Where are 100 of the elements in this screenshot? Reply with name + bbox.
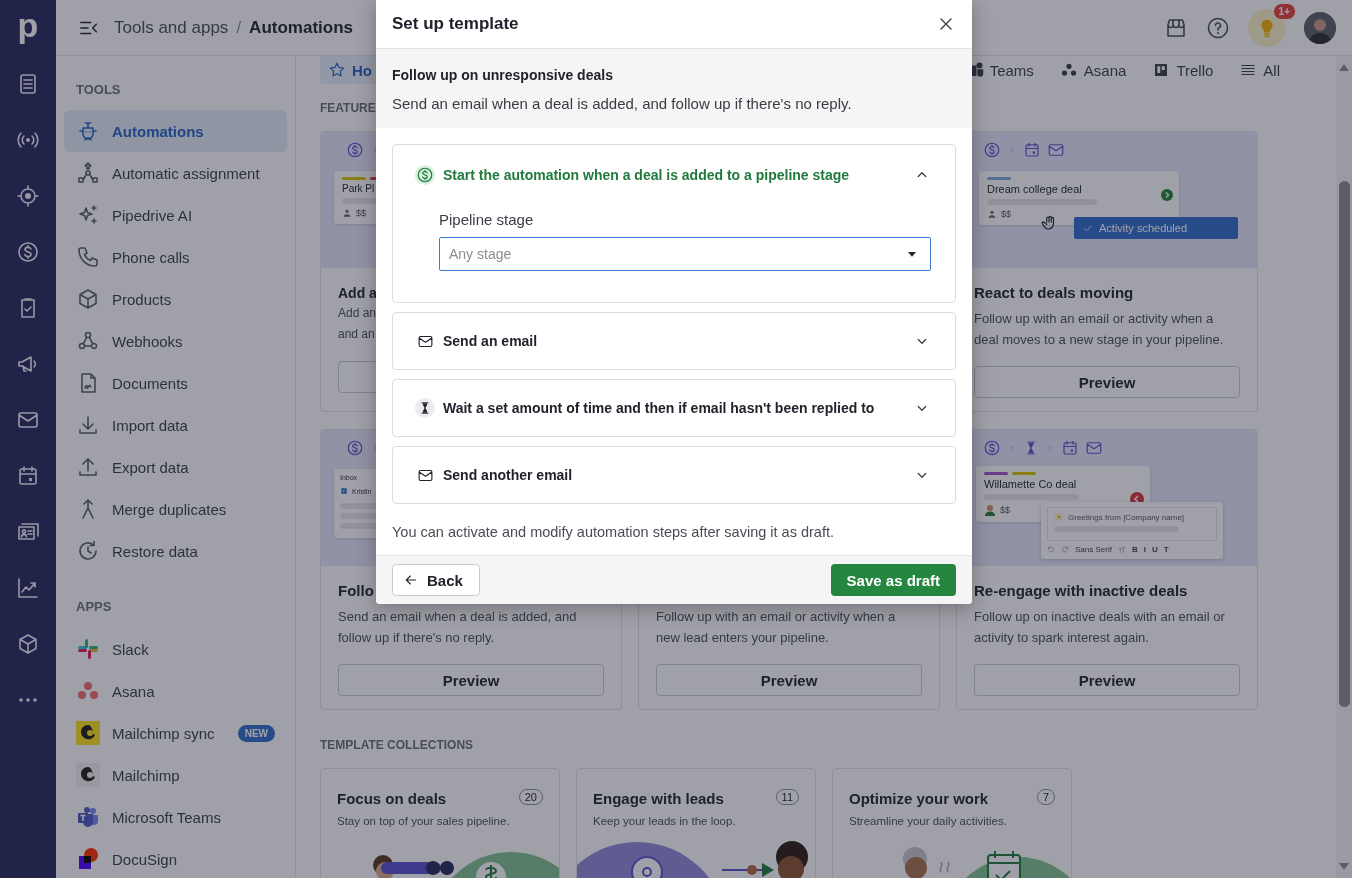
card-description: Follow up on inactive deals with an email or activity to spark interest again. — [974, 608, 1226, 647]
dollar-icon — [983, 141, 1001, 159]
sidebar-item[interactable]: Phone calls — [64, 236, 287, 278]
scrollbar-thumb[interactable] — [1338, 181, 1350, 707]
download-icon — [76, 413, 100, 437]
filter-tab[interactable]: Asana — [1051, 56, 1135, 84]
sidebar-item[interactable]: Automatic assignment — [64, 152, 287, 194]
font-size-icon — [1117, 545, 1126, 554]
step-title[interactable]: Send an email — [443, 333, 905, 349]
sidebar-item[interactable]: Documents — [64, 362, 287, 404]
star-icon — [328, 61, 346, 79]
calendar-icon — [1061, 439, 1079, 457]
deal-value: $$ — [1000, 505, 1010, 515]
card-title: React to deals moving — [974, 283, 1135, 303]
stage-dropdown[interactable]: Any stage — [439, 237, 931, 271]
sidebar-item[interactable]: Automations — [64, 110, 287, 152]
sidebar-item[interactable]: Pipedrive AI — [64, 194, 287, 236]
step-title[interactable]: Start the automation when a deal is added to a pipeline stage — [443, 167, 905, 183]
collection-card[interactable]: Optimize your work 7 Streamline your daily activities. — [832, 768, 1072, 878]
email-subject: Greetings from [Company name] — [1068, 512, 1185, 522]
filter-tab[interactable]: All — [1231, 56, 1288, 84]
preview-button[interactable]: Preview — [974, 366, 1240, 398]
robot-icon — [76, 119, 100, 143]
collection-subtitle: Keep your leads in the loop. — [593, 815, 737, 827]
chart-icon[interactable] — [16, 576, 40, 600]
undo-icon — [1047, 545, 1055, 554]
card-description: Follow up with an email or activity when a new lead enters your pipeline. — [656, 608, 897, 647]
person-icon — [342, 208, 352, 218]
preview-button[interactable]: Preview — [656, 664, 922, 696]
sidebar-item[interactable]: Webhooks — [64, 320, 287, 362]
card-description: Follow up with an email or activity when a deal moves to a new stage in your pipeline. — [974, 310, 1225, 349]
restore-icon — [76, 539, 100, 563]
collection-title: Optimize your work — [849, 789, 989, 809]
scrollbar[interactable] — [1336, 56, 1352, 878]
format-letter: I — [1143, 545, 1146, 554]
sidebar-item[interactable]: Merge duplicates — [64, 488, 287, 530]
help-icon[interactable] — [1206, 15, 1230, 40]
filter-tab[interactable]: Teams — [963, 56, 1042, 84]
avatar[interactable] — [1304, 11, 1336, 44]
filter-tab[interactable]: Trello — [1144, 56, 1222, 84]
target-icon[interactable] — [16, 184, 40, 208]
step-title[interactable]: Send another email — [443, 467, 905, 483]
phone-icon — [76, 245, 100, 269]
arrow-circle-icon — [1161, 189, 1173, 201]
box-icon[interactable] — [16, 632, 40, 656]
preview-button[interactable]: Preview — [338, 664, 604, 696]
section-heading: TOOLS — [76, 82, 121, 98]
deal-value: $$ — [1001, 209, 1011, 219]
mail-icon — [1047, 141, 1065, 159]
card-description: Send an email when a deal is added, and follow up if there's no reply. — [338, 608, 578, 647]
upload-icon — [76, 455, 100, 479]
sidebar-item[interactable]: Restore data — [64, 530, 287, 572]
app-logo-icon — [76, 847, 100, 871]
back-button[interactable]: Back — [392, 564, 480, 596]
dollar-icon[interactable] — [16, 240, 40, 264]
template-description: Send an email when a deal is added, and follow up if there's no reply. — [392, 95, 853, 112]
app-logo[interactable]: p — [17, 8, 39, 42]
collection-title: Focus on deals — [337, 789, 447, 809]
font-name: Sans Serif — [1075, 545, 1112, 554]
mail-icon — [1085, 439, 1103, 457]
section-heading: APPS — [76, 599, 112, 615]
sidebar-item[interactable]: Slack — [64, 628, 287, 670]
format-letter: B — [1131, 545, 1138, 554]
card-description: Add an — [338, 305, 377, 322]
format-letter: T — [1163, 545, 1169, 554]
dollar-icon — [346, 141, 364, 159]
collection-card[interactable]: Focus on deals 20 Stay on top of your sales pipeline. — [320, 768, 560, 878]
sidebar-item[interactable]: DocuSign — [64, 838, 287, 878]
template-name: Follow up on unresponsive deals — [392, 67, 614, 83]
sidebar-item[interactable]: Products — [64, 278, 287, 320]
sidebar-item[interactable]: Microsoft Teams — [64, 796, 287, 838]
preview-button[interactable]: Preview — [974, 664, 1240, 696]
calendar-icon[interactable] — [16, 464, 40, 488]
collection-card[interactable]: Engage with leads 11 Keep your leads in the loop. — [576, 768, 816, 878]
sidebar-item[interactable]: Asana — [64, 670, 287, 712]
person-figure-icon — [984, 504, 996, 516]
dialog-title: Set up template — [392, 14, 519, 34]
section-heading: FEATURE — [320, 100, 376, 116]
card-description: and an — [338, 326, 375, 343]
notification-badge: 1+ — [1272, 2, 1296, 20]
sparkle-icon — [76, 203, 100, 227]
dollar-icon — [983, 439, 1001, 457]
calendar-icon — [1023, 141, 1041, 159]
three-dots-icon — [1059, 61, 1078, 79]
app-logo-icon — [76, 763, 100, 787]
deal-name: Park Pl — [342, 183, 376, 194]
collection-subtitle: Streamline your daily activities. — [849, 815, 1008, 827]
sidebar-item[interactable]: Mailchimp — [64, 754, 287, 796]
deal-name: Willamette Co deal — [984, 478, 1078, 490]
arrow-left-icon — [403, 572, 419, 588]
save-draft-button[interactable]: Save as draft — [830, 564, 956, 596]
breadcrumb-item[interactable]: Tools and apps — [114, 17, 229, 38]
deal-name: Dream college deal — [987, 183, 1083, 195]
box-icon — [76, 287, 100, 311]
sidebar-item[interactable]: Export data — [64, 446, 287, 488]
sidebar-item[interactable]: Import data — [64, 404, 287, 446]
sidebar-item[interactable]: Mailchimp sync NEW — [64, 712, 287, 754]
step-title[interactable]: Wait a set amount of time and then if email hasn't been replied to — [443, 400, 905, 416]
sun-icon — [1054, 512, 1064, 522]
collection-subtitle: Stay on top of your sales pipeline. — [337, 815, 511, 827]
